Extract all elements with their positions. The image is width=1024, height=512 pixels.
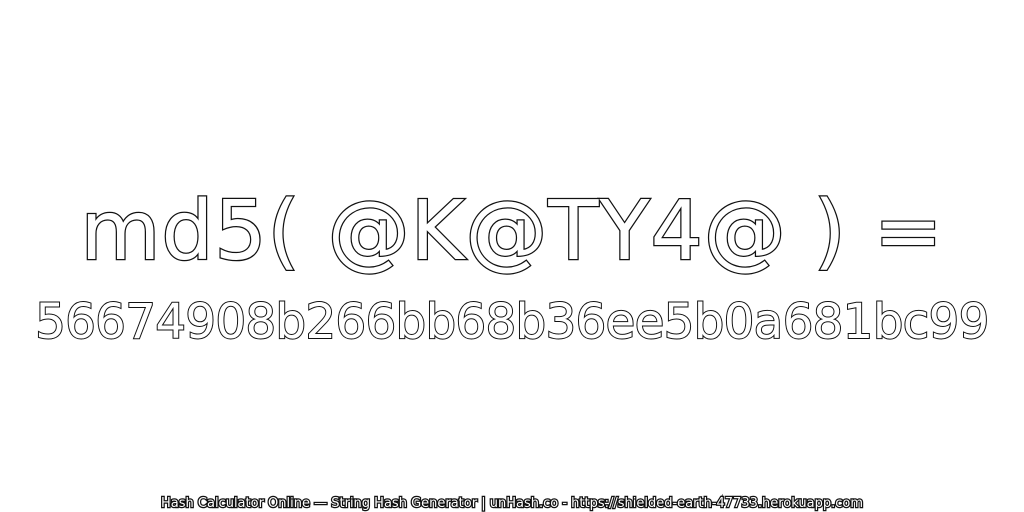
- md5-hash-value: 56674908b266bb68b36ee5b0a681bc99: [34, 293, 990, 351]
- footer-credit: Hash Calculator Online — String Hash Gen…: [160, 495, 864, 512]
- md5-expression: md5( @K@TY4@ ) =: [79, 183, 944, 281]
